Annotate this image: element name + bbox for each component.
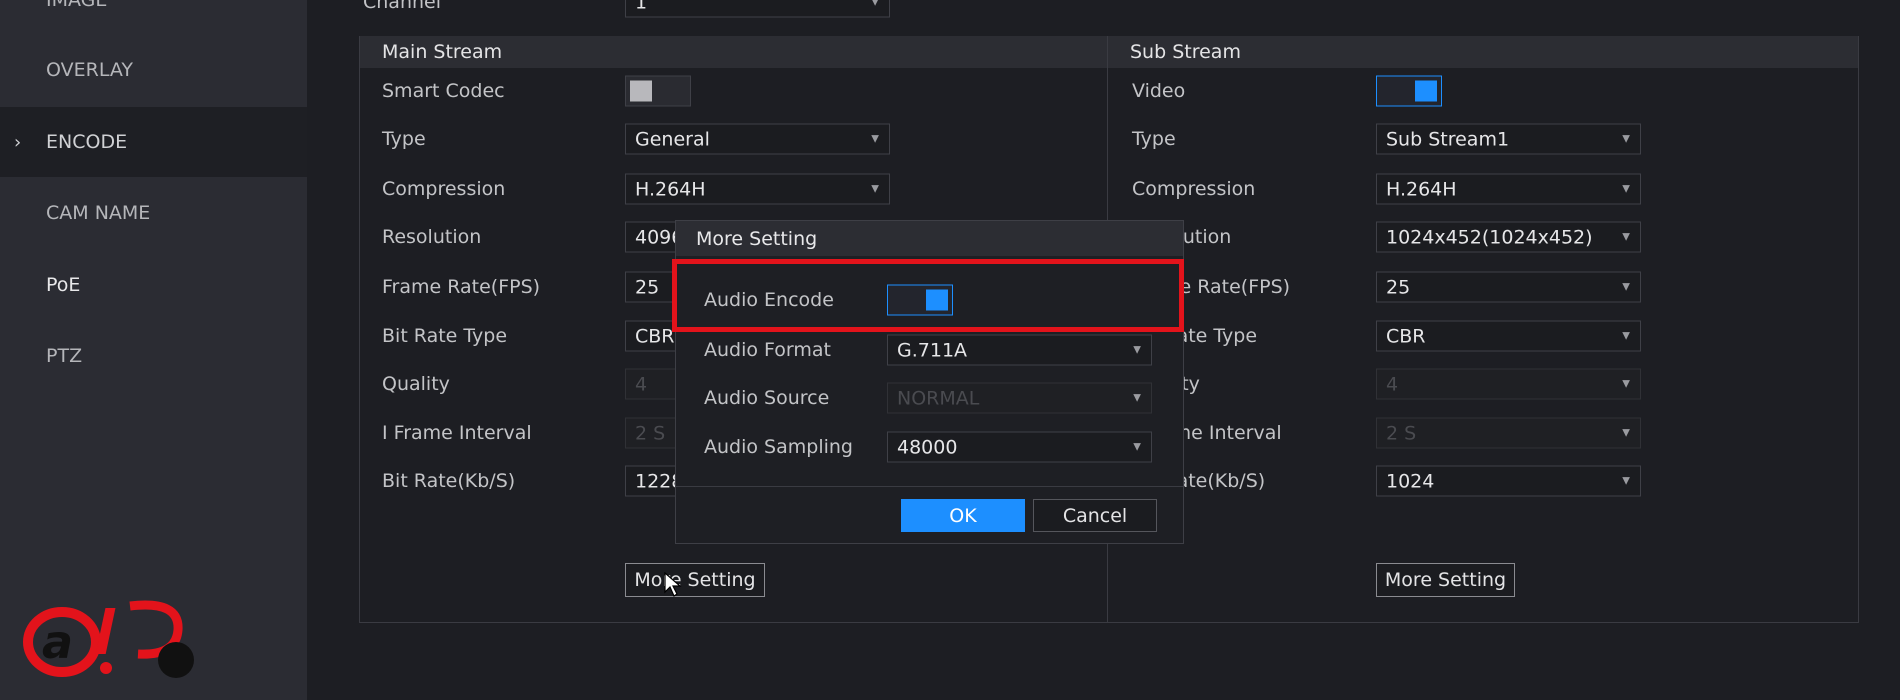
main-stream-header: Main Stream (360, 36, 1107, 68)
audio-format-label: Audio Format (704, 339, 831, 361)
sidebar-item-ptz[interactable]: PTZ (0, 321, 307, 391)
main_stream-row-label: Type (382, 128, 426, 150)
sub-more-setting-button[interactable]: More Setting (1376, 563, 1515, 597)
dropdown-arrow-icon: ▼ (1622, 427, 1630, 439)
main-more-setting-button[interactable]: More Setting (625, 563, 765, 597)
select-value: 1024x452(1024x452) (1386, 226, 1593, 248)
sidebar-item-label: ENCODE (46, 131, 128, 153)
ok-button[interactable]: OK (901, 499, 1025, 532)
sub_stream-select[interactable]: 25 ▼ (1376, 271, 1641, 303)
dropdown-arrow-icon: ▼ (1133, 441, 1141, 453)
audio-source-select: NORMAL ▼ (887, 382, 1152, 414)
main_stream-row-label: Compression (382, 178, 506, 200)
sub_stream-select[interactable]: Sub Stream1 ▼ (1376, 123, 1641, 155)
sub_stream-select: 4 ▼ (1376, 368, 1641, 400)
audio-sampling-label: Audio Sampling (704, 436, 853, 458)
audio-sampling-select[interactable]: 48000 ▼ (887, 431, 1152, 463)
dialog-footer-divider (676, 486, 1183, 487)
dropdown-arrow-icon: ▼ (871, 0, 879, 8)
sub_stream-toggle[interactable] (1376, 75, 1442, 107)
main_stream-select[interactable]: General ▼ (625, 123, 890, 155)
select-value: CBR (635, 325, 675, 347)
toggle-knob (630, 80, 652, 102)
audio-format-select[interactable]: G.711A ▼ (887, 334, 1152, 366)
mouse-cursor-icon (664, 572, 682, 597)
audio-source-value: NORMAL (897, 387, 980, 409)
audio-sampling-value: 48000 (897, 436, 958, 458)
sub-stream-header: Sub Stream (1108, 36, 1858, 68)
dropdown-arrow-icon: ▼ (1622, 330, 1630, 342)
sub-stream-title: Sub Stream (1130, 41, 1241, 63)
main-stream-title: Main Stream (382, 41, 503, 63)
sub_stream-select: 2 S ▼ (1376, 417, 1641, 449)
select-value: CBR (1386, 325, 1426, 347)
sub_stream-row-label: Type (1132, 128, 1176, 150)
highlight-box (672, 259, 1184, 332)
main_stream-select[interactable]: H.264H ▼ (625, 173, 890, 205)
audio-format-value: G.711A (897, 339, 968, 361)
select-value: General (635, 128, 710, 150)
select-value: H.264H (1386, 178, 1457, 200)
dropdown-arrow-icon: ▼ (1622, 183, 1630, 195)
sidebar-item-encode[interactable]: › ENCODE (0, 107, 307, 177)
select-value: Sub Stream1 (1386, 128, 1510, 150)
audio-source-label: Audio Source (704, 387, 830, 409)
sub_stream-select[interactable]: H.264H ▼ (1376, 173, 1641, 205)
main_stream-row-label: Smart Codec (382, 80, 505, 102)
sidebar-item-label: PTZ (46, 345, 83, 367)
sidebar-item-label: CAM NAME (46, 202, 151, 224)
main_stream-toggle[interactable] (625, 75, 691, 107)
main_stream-row-label: Quality (382, 373, 450, 395)
dropdown-arrow-icon: ▼ (1622, 133, 1630, 145)
svg-text:a: a (42, 615, 73, 669)
channel-value: 1 (635, 0, 648, 13)
dropdown-arrow-icon: ▼ (1622, 475, 1630, 487)
sub_stream-select[interactable]: CBR ▼ (1376, 320, 1641, 352)
main_stream-row-label: Resolution (382, 226, 482, 248)
dialog-title: More Setting (676, 221, 1183, 256)
main_stream-row-label: Bit Rate Type (382, 325, 508, 347)
cancel-button[interactable]: Cancel (1033, 499, 1157, 532)
select-value: 25 (635, 276, 660, 298)
sub_stream-select[interactable]: 1024 ▼ (1376, 465, 1641, 497)
aip-logo: a (23, 600, 194, 678)
select-value: 1024 (1386, 470, 1435, 492)
channel-label: Channel (363, 0, 442, 13)
dropdown-arrow-icon: ▼ (1622, 231, 1630, 243)
select-value: 25 (1386, 276, 1411, 298)
select-value: 4 (635, 373, 648, 395)
toggle-knob (1415, 80, 1437, 102)
sidebar-item-label: PoE (46, 274, 81, 296)
dropdown-arrow-icon: ▼ (871, 183, 879, 195)
select-value: 2 S (635, 422, 666, 444)
main_stream-row-label: Bit Rate(Kb/S) (382, 470, 516, 492)
sidebar: IMAGE OVERLAY › ENCODE CAM NAME PoE PTZ a (0, 0, 307, 700)
sub_stream-select[interactable]: 1024x452(1024x452) ▼ (1376, 221, 1641, 253)
select-value: 4 (1386, 373, 1399, 395)
sidebar-item-image[interactable]: IMAGE (0, 0, 307, 35)
sidebar-item-cam-name[interactable]: CAM NAME (0, 178, 307, 248)
sidebar-item-overlay[interactable]: OVERLAY (0, 35, 307, 105)
sub_stream-row-label: Video (1132, 80, 1186, 102)
dropdown-arrow-icon: ▼ (1133, 344, 1141, 356)
dropdown-arrow-icon: ▼ (1622, 281, 1630, 293)
dropdown-arrow-icon: ▼ (871, 133, 879, 145)
select-value: 2 S (1386, 422, 1417, 444)
sidebar-item-poe[interactable]: PoE (0, 250, 307, 320)
dropdown-arrow-icon: ▼ (1133, 392, 1141, 404)
chevron-right-icon: › (14, 131, 22, 153)
select-value: H.264H (635, 178, 706, 200)
sidebar-item-label: IMAGE (46, 0, 108, 11)
channel-select[interactable]: 1 ▼ (625, 0, 890, 18)
dropdown-arrow-icon: ▼ (1622, 378, 1630, 390)
sub_stream-row-label: Compression (1132, 178, 1256, 200)
main_stream-row-label: I Frame Interval (382, 422, 532, 444)
main_stream-row-label: Frame Rate(FPS) (382, 276, 541, 298)
sidebar-item-label: OVERLAY (46, 59, 133, 81)
